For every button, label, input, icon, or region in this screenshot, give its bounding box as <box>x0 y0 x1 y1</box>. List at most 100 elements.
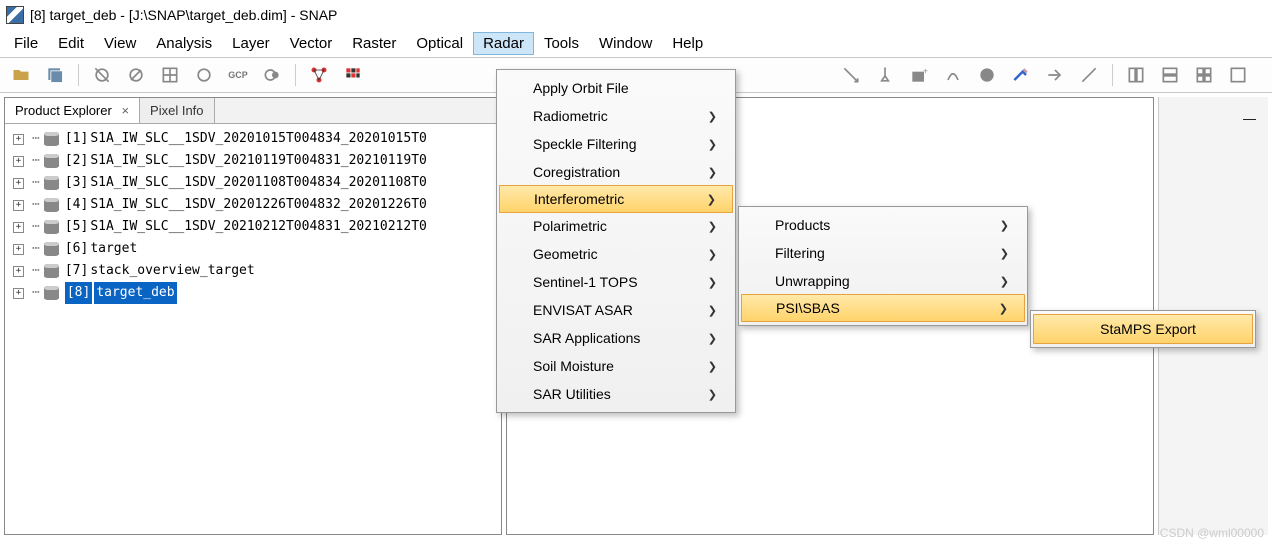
menubar: FileEditViewAnalysisLayerVectorRasterOpt… <box>0 30 1272 57</box>
open-icon[interactable] <box>6 61 36 89</box>
chevron-right-icon: ❯ <box>999 302 1008 315</box>
radar-menu: Apply Orbit FileRadiometric❯Speckle Filt… <box>496 69 736 413</box>
layout-icon-2[interactable] <box>1155 61 1185 89</box>
app-icon <box>6 6 24 24</box>
tool-icon-6[interactable] <box>938 61 968 89</box>
menu-help[interactable]: Help <box>662 32 713 55</box>
menu-item-filtering[interactable]: Filtering❯ <box>739 239 1027 267</box>
menu-edit[interactable]: Edit <box>48 32 94 55</box>
menu-item-psi-sbas[interactable]: PSI\SBAS❯ <box>741 294 1025 322</box>
layout-icon-4[interactable] <box>1223 61 1253 89</box>
menu-analysis[interactable]: Analysis <box>146 32 222 55</box>
menu-item-speckle-filtering[interactable]: Speckle Filtering❯ <box>497 130 735 158</box>
menu-item-envisat-asar[interactable]: ENVISAT ASAR❯ <box>497 296 735 324</box>
menu-view[interactable]: View <box>94 32 146 55</box>
menu-item-sentinel-1-tops[interactable]: Sentinel-1 TOPS❯ <box>497 268 735 296</box>
chevron-right-icon: ❯ <box>1000 275 1009 288</box>
menu-raster[interactable]: Raster <box>342 32 406 55</box>
titlebar: [8] target_deb - [J:\SNAP\target_deb.dim… <box>0 0 1272 30</box>
tool-icon-2[interactable] <box>121 61 151 89</box>
tool-icon-8[interactable] <box>1006 61 1036 89</box>
tab-pixel-info[interactable]: Pixel Info <box>140 98 214 123</box>
tab-product-explorer[interactable]: Product Explorer × <box>5 98 140 123</box>
chevron-right-icon: ❯ <box>708 276 717 289</box>
chevron-right-icon: ❯ <box>1000 247 1009 260</box>
expand-icon[interactable]: + <box>13 244 24 255</box>
menu-item-sar-utilities[interactable]: SAR Utilities❯ <box>497 380 735 408</box>
chevron-right-icon: ❯ <box>708 248 717 261</box>
tree-item[interactable]: +⋯[1] S1A_IW_SLC__1SDV_20201015T004834_2… <box>13 128 493 150</box>
menu-tools[interactable]: Tools <box>534 32 589 55</box>
menu-window[interactable]: Window <box>589 32 662 55</box>
tree-item[interactable]: +⋯[6] target <box>13 238 493 260</box>
tab-label: Product Explorer <box>15 103 112 118</box>
expand-icon[interactable]: + <box>13 134 24 145</box>
menu-item-soil-moisture[interactable]: Soil Moisture❯ <box>497 352 735 380</box>
database-icon <box>44 220 59 234</box>
chevron-right-icon: ❯ <box>708 220 717 233</box>
database-icon <box>44 198 59 212</box>
expand-icon[interactable]: + <box>13 200 24 211</box>
chevron-right-icon: ❯ <box>708 360 717 373</box>
tool-icon-5[interactable]: + <box>904 61 934 89</box>
chevron-right-icon: ❯ <box>708 166 717 179</box>
menu-item-polarimetric[interactable]: Polarimetric❯ <box>497 212 735 240</box>
menu-radar[interactable]: Radar <box>473 32 534 55</box>
tab-label: Pixel Info <box>150 103 203 118</box>
menu-item-products[interactable]: Products❯ <box>739 211 1027 239</box>
tree-item[interactable]: +⋯[8] target_deb <box>13 282 493 304</box>
svg-text:+: + <box>923 65 928 75</box>
expand-icon[interactable]: + <box>13 288 24 299</box>
menu-item-sar-applications[interactable]: SAR Applications❯ <box>497 324 735 352</box>
menu-optical[interactable]: Optical <box>406 32 473 55</box>
menu-item-geometric[interactable]: Geometric❯ <box>497 240 735 268</box>
watermark: CSDN @wml00000 <box>1160 526 1264 540</box>
tool-icon-1[interactable] <box>87 61 117 89</box>
product-tree[interactable]: +⋯[1] S1A_IW_SLC__1SDV_20201015T004834_2… <box>5 124 501 308</box>
tool-icon-3[interactable] <box>189 61 219 89</box>
menu-item-radiometric[interactable]: Radiometric❯ <box>497 102 735 130</box>
window-title: [8] target_deb - [J:\SNAP\target_deb.dim… <box>30 7 337 23</box>
menu-item-unwrapping[interactable]: Unwrapping❯ <box>739 267 1027 295</box>
tree-item[interactable]: +⋯[3] S1A_IW_SLC__1SDV_20201108T004834_2… <box>13 172 493 194</box>
pin-icon[interactable] <box>870 61 900 89</box>
database-icon <box>44 176 59 190</box>
chevron-right-icon: ❯ <box>708 110 717 123</box>
gcp-icon[interactable]: GCP <box>223 61 253 89</box>
tool-icon-9[interactable] <box>1040 61 1070 89</box>
chevron-right-icon: ❯ <box>1000 219 1009 232</box>
tool-icon-10[interactable] <box>1074 61 1104 89</box>
grid-icon[interactable] <box>155 61 185 89</box>
layout-icon-3[interactable] <box>1189 61 1219 89</box>
database-icon <box>44 286 59 300</box>
menu-file[interactable]: File <box>4 32 48 55</box>
expand-icon[interactable]: + <box>13 156 24 167</box>
menu-vector[interactable]: Vector <box>280 32 343 55</box>
chevron-right-icon: ❯ <box>708 388 717 401</box>
menu-item-interferometric[interactable]: Interferometric❯ <box>499 185 733 213</box>
menu-layer[interactable]: Layer <box>222 32 280 55</box>
chevron-right-icon: ❯ <box>708 332 717 345</box>
tree-item[interactable]: +⋯[5] S1A_IW_SLC__1SDV_20210212T004831_2… <box>13 216 493 238</box>
layout-icon-1[interactable] <box>1121 61 1151 89</box>
psi-sbas-submenu: StaMPS Export <box>1030 310 1256 348</box>
menu-item-stamps-export[interactable]: StaMPS Export <box>1033 314 1253 344</box>
tree-item[interactable]: +⋯[2] S1A_IW_SLC__1SDV_20210119T004831_2… <box>13 150 493 172</box>
tool-icon-4[interactable] <box>257 61 287 89</box>
menu-item-coregistration[interactable]: Coregistration❯ <box>497 158 735 186</box>
expand-icon[interactable]: + <box>13 266 24 277</box>
minimize-icon[interactable]: — <box>1243 108 1256 130</box>
tool-icon-7[interactable] <box>972 61 1002 89</box>
interferometric-submenu: Products❯Filtering❯Unwrapping❯PSI\SBAS❯ <box>738 206 1028 326</box>
arrow-icon[interactable] <box>836 61 866 89</box>
menu-item-apply-orbit-file[interactable]: Apply Orbit File <box>497 74 735 102</box>
tree-item[interactable]: +⋯[4] S1A_IW_SLC__1SDV_20201226T004832_2… <box>13 194 493 216</box>
close-icon[interactable]: × <box>121 103 129 118</box>
tree-item[interactable]: +⋯[7] stack_overview_target <box>13 260 493 282</box>
chevron-right-icon: ❯ <box>708 304 717 317</box>
graph-icon[interactable] <box>304 61 334 89</box>
expand-icon[interactable]: + <box>13 178 24 189</box>
save-all-icon[interactable] <box>40 61 70 89</box>
expand-icon[interactable]: + <box>13 222 24 233</box>
matrix-icon[interactable] <box>338 61 368 89</box>
